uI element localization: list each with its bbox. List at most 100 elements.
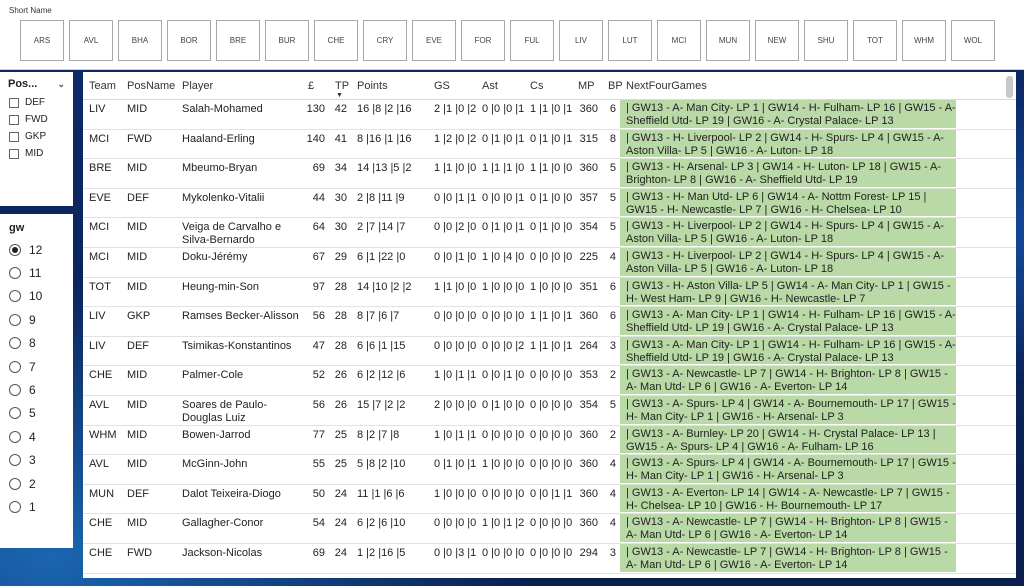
radio-button[interactable]: [9, 454, 21, 467]
header-ast[interactable]: Ast: [476, 80, 524, 92]
chevron-down-icon[interactable]: ⌄: [57, 79, 65, 90]
header-mp[interactable]: MP: [572, 80, 602, 92]
team-tile-bur[interactable]: BUR: [265, 20, 309, 61]
table-row[interactable]: MCI MID Doku-Jérémy 67 29 6 |1 |22 |0 0 |0 |1 …: [83, 247, 1016, 278]
table-row[interactable]: TOT MID Heung-min-Son 97 28 14 |10 |2 |2 1 |1 …: [83, 277, 1016, 308]
position-option-mid[interactable]: MID: [0, 145, 73, 162]
cell-next: | GW13 - A- Burnley- LP 20 | GW14 - H- C…: [620, 425, 956, 455]
header-price[interactable]: £: [302, 80, 329, 92]
table-row[interactable]: EVE DEF Mykolenko-Vitalii 44 30 2 |8 |11 |9 0 …: [83, 188, 1016, 219]
team-tile-tot[interactable]: TOT: [853, 20, 897, 61]
checkbox[interactable]: [9, 148, 19, 159]
radio-button[interactable]: [9, 243, 21, 256]
radio-button[interactable]: [9, 477, 21, 490]
gameweek-option-1[interactable]: 1: [0, 495, 73, 518]
team-tile-avl[interactable]: AVL: [69, 20, 113, 61]
radio-button[interactable]: [9, 290, 21, 303]
radio-button[interactable]: [9, 430, 21, 443]
gameweek-option-8[interactable]: 8: [0, 332, 73, 355]
team-tile-for[interactable]: FOR: [461, 20, 505, 61]
cell-gs: 1 |1 |0 |0: [434, 280, 476, 293]
radio-button[interactable]: [9, 267, 21, 280]
gameweek-option-9[interactable]: 9: [0, 308, 73, 331]
team-tile-bha[interactable]: BHA: [118, 20, 162, 61]
team-tile-new[interactable]: NEW: [755, 20, 799, 61]
team-tile-eve[interactable]: EVE: [412, 20, 456, 61]
header-player[interactable]: Player: [176, 80, 302, 92]
gameweek-option-6[interactable]: 6: [0, 378, 73, 401]
table-row[interactable]: WHM MID Bowen-Jarrod 77 25 8 |2 |7 |8 1 |0 |1 …: [83, 425, 1016, 456]
team-tile-mci[interactable]: MCI: [657, 20, 701, 61]
table-row[interactable]: AVL MID McGinn-John 55 25 5 |8 |2 |10 0 |1 |0 …: [83, 455, 1016, 485]
header-points[interactable]: Points: [351, 80, 428, 92]
header-next-four-games[interactable]: NextFourGames: [620, 80, 956, 92]
gameweek-option-5[interactable]: 5: [0, 402, 73, 425]
team-tile-mun[interactable]: MUN: [706, 20, 750, 61]
cell-points: 5 |8 |2 |10: [357, 458, 406, 471]
radio-button[interactable]: [9, 360, 21, 373]
team-tile-shu[interactable]: SHU: [804, 20, 848, 61]
checkbox[interactable]: [9, 97, 19, 108]
position-option-fwd[interactable]: FWD: [0, 111, 73, 128]
cell-cs: 0 |0 |0 |0: [530, 428, 572, 441]
cell-pos: FWD: [127, 546, 153, 559]
header-tp[interactable]: TP ▼: [329, 80, 351, 99]
header-posname[interactable]: PosName: [121, 80, 176, 92]
header-gs[interactable]: GS: [428, 80, 476, 92]
cell-mp: 351: [579, 280, 598, 293]
gameweek-option-10[interactable]: 10: [0, 285, 73, 308]
team-tile-che[interactable]: CHE: [314, 20, 358, 61]
gameweek-option-2[interactable]: 2: [0, 472, 73, 495]
team-tile-bor[interactable]: BOR: [167, 20, 211, 61]
radio-button[interactable]: [9, 337, 21, 350]
header-team[interactable]: Team: [83, 80, 121, 92]
cell-pos: MID: [127, 428, 148, 441]
cell-price: 140: [306, 132, 325, 145]
cell-gs: 0 |0 |0 |0: [434, 339, 476, 352]
radio-button[interactable]: [9, 313, 21, 326]
gameweek-option-label: 10: [29, 289, 43, 304]
position-option-gkp[interactable]: GKP: [0, 128, 73, 145]
header-bp[interactable]: BP: [602, 80, 623, 92]
gameweek-option-11[interactable]: 11: [0, 261, 73, 284]
radio-button[interactable]: [9, 384, 21, 397]
gameweek-option-12[interactable]: 12: [0, 238, 73, 261]
team-tile-whm[interactable]: WHM: [902, 20, 946, 61]
team-tile-ful[interactable]: FUL: [510, 20, 554, 61]
table-row[interactable]: MUN DEF Dalot Teixeira-Diogo 50 24 11 |1 |6 |…: [83, 484, 1016, 515]
checkbox[interactable]: [9, 131, 19, 142]
table-scrollbar[interactable]: [1006, 76, 1013, 98]
gameweek-option-3[interactable]: 3: [0, 449, 73, 472]
table-row[interactable]: LIV DEF Tsimikas-Konstantinos 47 28 6 |6 |1 |…: [83, 336, 1016, 367]
table-row[interactable]: CHE FWD Jackson-Nicolas 69 24 1 |2 |16 |5 0 |0…: [83, 543, 1016, 574]
table-row[interactable]: BRE MID Mbeumo-Bryan 69 34 14 |13 |5 |2 1 |1 |…: [83, 159, 1016, 189]
table-row[interactable]: AVL MID Soares de Paulo-Douglas Luiz 56 26 15…: [83, 395, 1016, 426]
table-row[interactable]: MCI FWD Haaland-Erling 140 41 8 |16 |1 |16 1 |…: [83, 129, 1016, 160]
cell-price: 130: [306, 103, 325, 115]
gameweek-option-7[interactable]: 7: [0, 355, 73, 378]
table-row[interactable]: CHE MID Gallagher-Conor 54 24 6 |2 |6 |10 0 |0…: [83, 514, 1016, 544]
position-option-def[interactable]: DEF: [0, 94, 73, 111]
gameweek-option-4[interactable]: 4: [0, 425, 73, 448]
table-row[interactable]: MCI MID Veiga de Carvalho e Silva-Bernardo…: [83, 218, 1016, 248]
table-row[interactable]: LIV MID Salah-Mohamed 130 42 16 |8 |2 |16 2 |1…: [83, 100, 1016, 130]
cell-cs: 0 |0 |0 |0: [530, 458, 572, 471]
cell-points: 2 |8 |11 |9: [357, 191, 405, 204]
cell-ast: 0 |0 |1 |0: [482, 369, 524, 382]
team-tile-lut[interactable]: LUT: [608, 20, 652, 61]
checkbox[interactable]: [9, 114, 19, 125]
team-tile-liv[interactable]: LIV: [559, 20, 603, 61]
cell-pos: MID: [127, 162, 148, 175]
radio-button[interactable]: [9, 407, 21, 420]
cell-points: 8 |16 |1 |16: [357, 132, 412, 145]
team-tile-cry[interactable]: CRY: [363, 20, 407, 61]
radio-button[interactable]: [9, 500, 21, 513]
team-tile-bre[interactable]: BRE: [216, 20, 260, 61]
table-row[interactable]: LIV GKP Ramses Becker-Alisson 56 28 8 |7 |6 |…: [83, 307, 1016, 337]
table-row[interactable]: CHE MID Palmer-Cole 52 26 6 |2 |12 |6 1 |0 |1 …: [83, 366, 1016, 396]
position-slicer-header[interactable]: Pos... ⌄: [0, 72, 73, 94]
header-cs[interactable]: Cs: [524, 80, 572, 92]
cell-tp: 30: [334, 191, 347, 204]
team-tile-ars[interactable]: ARS: [20, 20, 64, 61]
team-tile-wol[interactable]: WOL: [951, 20, 995, 61]
